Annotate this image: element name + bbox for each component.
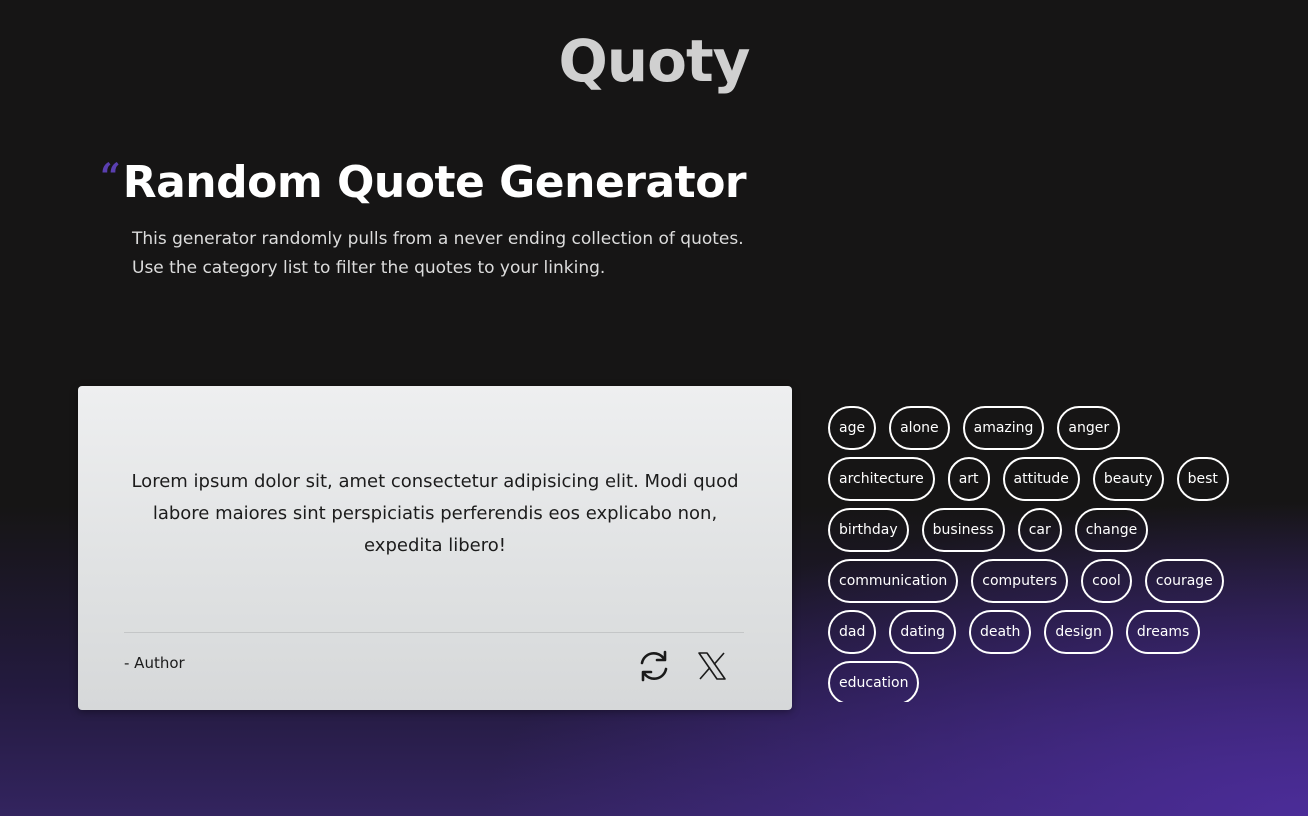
category-list: age alone amazing anger architecture art attit… <box>828 406 1238 702</box>
category-tag-death[interactable]: death <box>968 610 1032 654</box>
category-tag-architecture[interactable]: architecture <box>828 457 935 501</box>
hero-title-row: “ Random Quote Generator <box>100 155 747 211</box>
category-tag-best[interactable]: best <box>1176 457 1229 501</box>
refresh-icon <box>640 650 668 682</box>
category-tag-attitude[interactable]: attitude <box>1002 457 1080 501</box>
category-tag-change[interactable]: change <box>1074 508 1149 552</box>
category-tag-dating[interactable]: dating <box>889 610 956 654</box>
card-divider <box>124 632 744 633</box>
category-tag-communication[interactable]: communication <box>828 559 959 603</box>
quote-text: Lorem ipsum dolor sit, amet consectetur … <box>131 471 739 556</box>
category-tag-alone[interactable]: alone <box>889 406 950 450</box>
category-tag-car[interactable]: car <box>1017 508 1062 552</box>
hero-description: This generator randomly pulls from a nev… <box>132 225 746 283</box>
card-actions <box>634 646 732 686</box>
x-twitter-icon <box>698 652 726 680</box>
category-tag-art[interactable]: art <box>947 457 990 501</box>
hero-section: “ Random Quote Generator This generator … <box>100 155 747 283</box>
category-tag-dreams[interactable]: dreams <box>1125 610 1201 654</box>
share-on-x-button[interactable] <box>692 646 732 686</box>
category-tag-courage[interactable]: courage <box>1144 559 1224 603</box>
category-tag-design[interactable]: design <box>1044 610 1113 654</box>
refresh-quote-button[interactable] <box>634 646 674 686</box>
category-tag-education[interactable]: education <box>828 661 920 702</box>
category-tag-cool[interactable]: cool <box>1081 559 1132 603</box>
hero-description-line-2: Use the category list to filter the quot… <box>132 258 606 278</box>
category-tag-anger[interactable]: anger <box>1057 406 1121 450</box>
category-tag-computers[interactable]: computers <box>971 559 1069 603</box>
category-tag-business[interactable]: business <box>921 508 1005 552</box>
quote-mark-icon: “ <box>100 156 121 198</box>
page-title: Random Quote Generator <box>122 157 747 208</box>
hero-description-line-1: This generator randomly pulls from a nev… <box>132 229 744 249</box>
category-tag-birthday[interactable]: birthday <box>828 508 909 552</box>
category-tag-beauty[interactable]: beauty <box>1092 457 1164 501</box>
quote-card: Lorem ipsum dolor sit, amet consectetur … <box>78 386 792 710</box>
category-tag-amazing[interactable]: amazing <box>962 406 1045 450</box>
category-tag-age[interactable]: age <box>828 406 877 450</box>
quote-author: - Author <box>124 654 185 672</box>
category-tag-dad[interactable]: dad <box>828 610 877 654</box>
app-logo: Quoty <box>558 27 751 95</box>
